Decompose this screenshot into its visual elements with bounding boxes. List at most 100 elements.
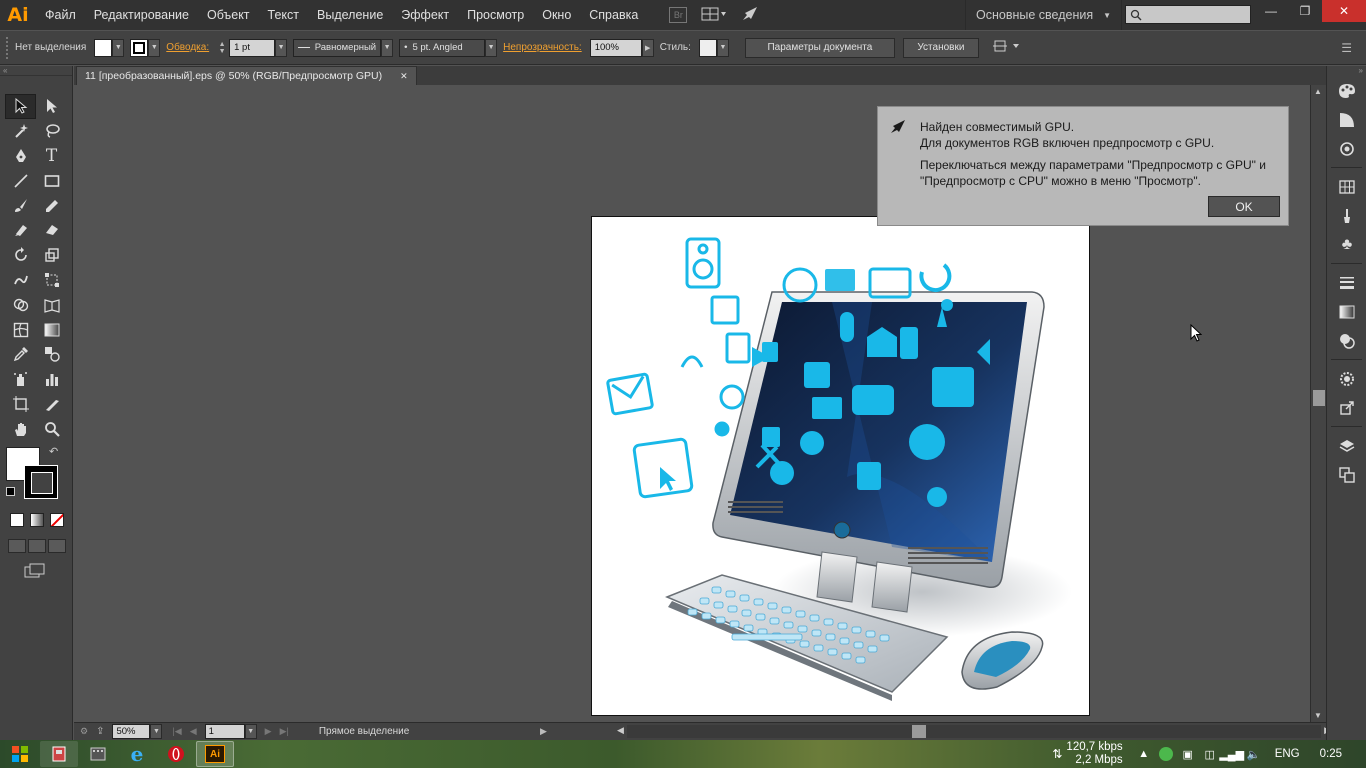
pencil-tool-icon[interactable] bbox=[36, 193, 67, 218]
workspace-switcher[interactable]: Основные сведения ▼ bbox=[965, 0, 1123, 30]
none-mode-icon[interactable] bbox=[50, 513, 64, 528]
horizontal-scrollbar[interactable]: ◀ ▶ bbox=[617, 725, 1331, 738]
menu-effect[interactable]: Эффект bbox=[392, 0, 458, 30]
language-indicator[interactable]: ENG bbox=[1275, 748, 1300, 760]
artboards-panel-icon[interactable] bbox=[1327, 460, 1366, 489]
layers-icon[interactable] bbox=[1327, 431, 1366, 460]
menu-file[interactable]: Файл bbox=[36, 0, 85, 30]
scale-tool-icon[interactable] bbox=[36, 243, 67, 268]
opacity-panel-link[interactable]: Непрозрачность: bbox=[503, 42, 582, 53]
artboard-number-field[interactable]: 1 bbox=[204, 724, 245, 739]
graphic-style-swatch[interactable] bbox=[698, 38, 717, 57]
brush-definition[interactable]: • 5 pt. Angled bbox=[399, 38, 486, 57]
gradient-panel-icon[interactable] bbox=[1327, 297, 1366, 326]
rectangle-tool-icon[interactable] bbox=[36, 168, 67, 193]
brushes-icon[interactable] bbox=[1327, 201, 1366, 230]
menu-edit[interactable]: Редактирование bbox=[85, 0, 198, 30]
document-setup-button[interactable]: Параметры документа bbox=[744, 37, 895, 58]
blend-tool-icon[interactable] bbox=[36, 342, 67, 367]
gradient-tool-icon[interactable] bbox=[36, 317, 67, 342]
rotate-tool-icon[interactable] bbox=[5, 243, 36, 268]
variable-width-profile[interactable]: Равномерный bbox=[293, 38, 382, 57]
show-hidden-icons-icon[interactable]: ▲ bbox=[1133, 745, 1155, 763]
menu-window[interactable]: Окно bbox=[533, 0, 580, 30]
swap-fill-stroke-icon[interactable]: ↶ bbox=[49, 445, 58, 458]
profile-dropdown[interactable]: ▼ bbox=[381, 38, 394, 57]
stroke-weight-stepper[interactable]: ▲ ▼ bbox=[217, 39, 227, 57]
color-mode-icon[interactable] bbox=[10, 513, 24, 528]
opacity-dropdown[interactable]: ▶ bbox=[641, 38, 654, 57]
stroke-weight-field[interactable]: 1 pt bbox=[229, 38, 276, 57]
artboard-dropdown[interactable]: ▼ bbox=[244, 724, 257, 739]
default-fill-stroke-icon[interactable] bbox=[6, 487, 15, 497]
stroke-weight-dropdown[interactable]: ▼ bbox=[275, 38, 288, 57]
horizontal-scroll-thumb[interactable] bbox=[912, 725, 926, 738]
menu-object[interactable]: Объект bbox=[198, 0, 259, 30]
swatches-icon[interactable] bbox=[1327, 172, 1366, 201]
taskbar-illustrator[interactable]: Ai bbox=[196, 741, 234, 767]
stroke-swatch[interactable] bbox=[130, 38, 149, 57]
last-artboard-icon[interactable]: ▶| bbox=[280, 726, 289, 737]
panel-menu-icon[interactable]: ☰ bbox=[1341, 41, 1352, 55]
menu-view[interactable]: Просмотр bbox=[458, 0, 533, 30]
brush-dropdown[interactable]: ▼ bbox=[485, 38, 498, 57]
align-options-icon[interactable] bbox=[992, 39, 1023, 56]
tray-monitor-icon[interactable]: ▣ bbox=[1177, 745, 1199, 763]
document-tab[interactable]: 11 [преобразованный].eps @ 50% (RGB/Пред… bbox=[76, 66, 417, 85]
magic-wand-tool-icon[interactable] bbox=[5, 119, 36, 144]
graphic-styles-icon[interactable] bbox=[1327, 364, 1366, 393]
panel-dock-collapse[interactable]: » bbox=[1327, 66, 1366, 76]
export-icon[interactable]: ⇪ bbox=[96, 726, 104, 737]
line-tool-icon[interactable] bbox=[5, 168, 36, 193]
direct-selection-tool-icon[interactable] bbox=[36, 94, 67, 119]
tray-app-green-icon[interactable] bbox=[1155, 745, 1177, 763]
mesh-tool-icon[interactable] bbox=[5, 317, 36, 342]
preferences-button[interactable]: Установки bbox=[902, 37, 979, 58]
zoom-tool-icon[interactable] bbox=[36, 416, 67, 441]
transparency-icon[interactable] bbox=[1327, 326, 1366, 355]
shape-builder-tool-icon[interactable] bbox=[5, 292, 36, 317]
fill-swatch[interactable] bbox=[94, 38, 113, 57]
document-tab-close-icon[interactable]: ✕ bbox=[400, 71, 408, 82]
perspective-grid-tool-icon[interactable] bbox=[36, 292, 67, 317]
prev-artboard-icon[interactable]: ◀ bbox=[190, 726, 197, 737]
menu-select[interactable]: Выделение bbox=[308, 0, 392, 30]
restore-button[interactable]: ❐ bbox=[1288, 0, 1322, 22]
taskbar-app-1[interactable] bbox=[40, 741, 78, 767]
taskbar-ie[interactable]: e bbox=[118, 741, 156, 767]
paintbrush-tool-icon[interactable] bbox=[5, 193, 36, 218]
tray-display-icon[interactable]: ◫ bbox=[1199, 745, 1221, 763]
symbols-icon[interactable]: ♣ bbox=[1327, 230, 1366, 259]
selection-tool-icon[interactable] bbox=[5, 94, 36, 119]
style-dropdown[interactable]: ▼ bbox=[716, 38, 729, 57]
eraser-tool-icon[interactable] bbox=[36, 218, 67, 243]
pen-tool-icon[interactable] bbox=[5, 144, 36, 169]
stroke-panel-link[interactable]: Обводка: bbox=[166, 42, 209, 53]
blob-brush-tool-icon[interactable] bbox=[5, 218, 36, 243]
bridge-icon[interactable]: Br bbox=[669, 7, 688, 23]
stroke-color-box[interactable] bbox=[24, 465, 58, 500]
close-button[interactable]: ✕ bbox=[1322, 0, 1366, 22]
vertical-scroll-thumb[interactable] bbox=[1313, 390, 1325, 406]
screen-mode-icon[interactable] bbox=[0, 553, 72, 582]
eyedropper-tool-icon[interactable] bbox=[5, 342, 36, 367]
gpu-ok-button[interactable]: OK bbox=[1208, 196, 1280, 217]
scroll-up-icon[interactable]: ▲ bbox=[1314, 87, 1322, 96]
free-transform-tool-icon[interactable] bbox=[36, 268, 67, 293]
slice-tool-icon[interactable] bbox=[36, 392, 67, 417]
color-panel-icon[interactable] bbox=[1327, 76, 1366, 105]
asset-export-icon[interactable] bbox=[1327, 393, 1366, 422]
draw-inside-icon[interactable] bbox=[48, 539, 66, 554]
next-artboard-icon[interactable]: ▶ bbox=[265, 726, 272, 737]
artboard-tool-icon[interactable] bbox=[5, 392, 36, 417]
symbol-sprayer-tool-icon[interactable] bbox=[5, 367, 36, 392]
type-tool-icon[interactable]: T bbox=[36, 144, 67, 169]
volume-icon[interactable]: 🔈 bbox=[1243, 745, 1265, 763]
clock[interactable]: 0:25 bbox=[1320, 748, 1342, 760]
warp-tool-icon[interactable] bbox=[5, 268, 36, 293]
zoom-field[interactable]: 50% bbox=[112, 724, 151, 739]
taskbar-opera[interactable] bbox=[157, 741, 195, 767]
hand-tool-icon[interactable] bbox=[5, 416, 36, 441]
opacity-field[interactable]: 100% bbox=[589, 38, 642, 57]
stroke-dropdown[interactable]: ▼ bbox=[148, 38, 161, 57]
